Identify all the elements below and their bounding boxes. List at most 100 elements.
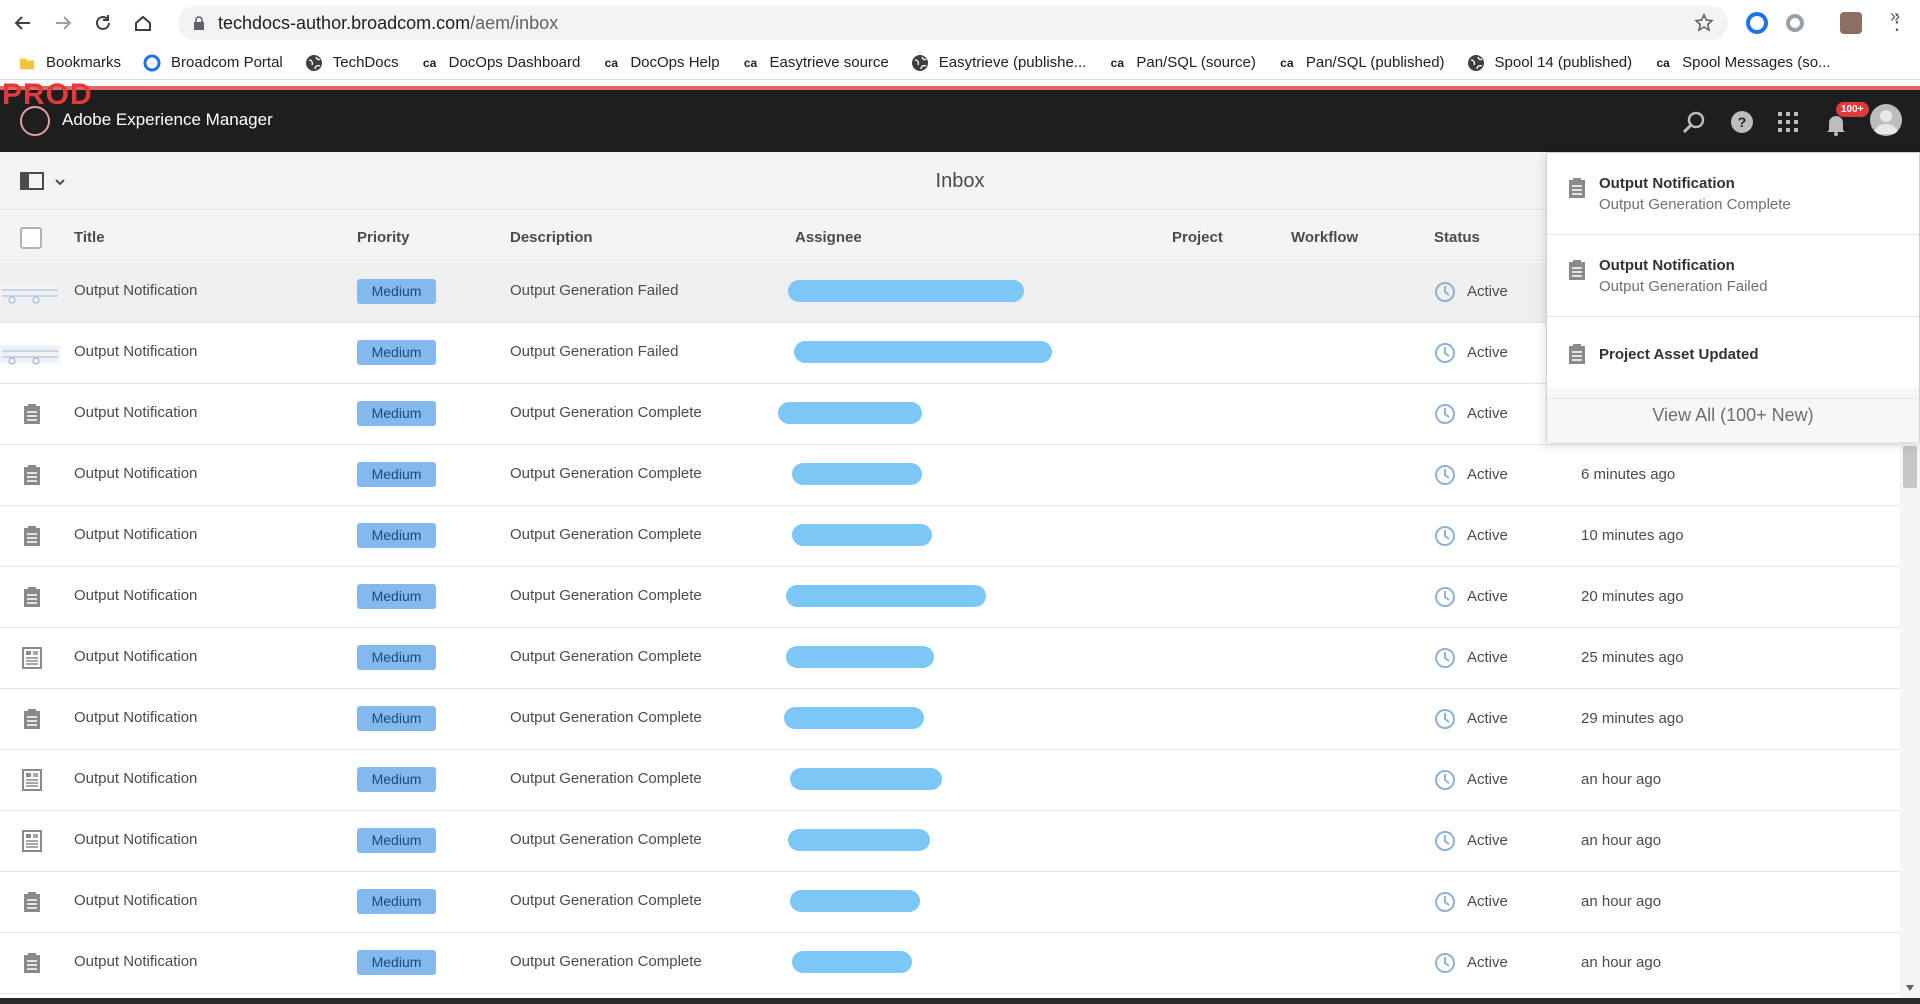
bookmark-item[interactable]: ca DocOps Dashboard (421, 54, 580, 72)
bookmarks-overflow-button[interactable]: » (1890, 6, 1900, 27)
column-header-priority[interactable]: Priority (357, 229, 410, 246)
clock-icon (1434, 708, 1456, 730)
row-description: Output Generation Complete (510, 892, 702, 909)
notification-item[interactable]: Output Notification Output Generation Fai… (1547, 235, 1919, 317)
document-icon (20, 646, 44, 670)
bookmark-label: Pan/SQL (published) (1305, 54, 1445, 71)
broadcom-icon (143, 54, 161, 72)
bookmark-label: Broadcom Portal (171, 54, 283, 71)
row-time: an hour ago (1581, 954, 1662, 971)
row-title: Output Notification (74, 343, 198, 360)
assignee-redaction (792, 951, 912, 973)
bookmark-item[interactable]: Broadcom Portal (143, 54, 283, 72)
row-description: Output Generation Complete (510, 709, 702, 726)
assignee-redaction (794, 341, 1052, 363)
extension-icon[interactable] (1786, 14, 1804, 32)
row-title: Output Notification (74, 526, 198, 543)
row-status: Active (1467, 405, 1508, 422)
scrollbar-thumb[interactable] (1903, 446, 1917, 488)
assignee-redaction (786, 646, 934, 668)
column-header-project[interactable]: Project (1172, 229, 1223, 246)
column-header-status[interactable]: Status (1434, 229, 1480, 246)
priority-badge: Medium (357, 706, 436, 731)
bookmark-item[interactable]: ca DocOps Help (602, 54, 720, 72)
row-description: Output Generation Complete (510, 770, 702, 787)
arrow-right-icon (56, 16, 72, 30)
svg-text:?: ? (1738, 114, 1747, 130)
reload-button[interactable] (86, 6, 120, 40)
row-time: an hour ago (1581, 832, 1662, 849)
column-header-description[interactable]: Description (510, 229, 593, 246)
globe-icon (1467, 54, 1485, 72)
lock-icon (194, 16, 204, 30)
apps-grid-icon[interactable] (1774, 108, 1802, 136)
bookmark-label: Spool Messages (so... (1682, 54, 1831, 71)
clock-icon (1434, 525, 1456, 547)
user-avatar[interactable] (1870, 104, 1902, 136)
row-description: Output Generation Complete (510, 465, 702, 482)
bookmarks-bar: Bookmarks Broadcom Portal TechDocs ca DocOps… (0, 46, 1920, 80)
assignee-redaction (788, 829, 930, 851)
folder-icon (18, 54, 36, 72)
arrow-left-icon (14, 16, 30, 30)
search-icon[interactable] (1680, 108, 1708, 136)
bookmark-label: Easytrieve (publishe... (938, 54, 1087, 71)
assignee-redaction (790, 890, 920, 912)
row-status: Active (1467, 344, 1508, 361)
column-header-workflow[interactable]: Workflow (1291, 229, 1358, 246)
help-icon[interactable]: ? (1728, 108, 1756, 136)
row-status: Active (1467, 466, 1508, 483)
home-button[interactable] (126, 6, 160, 40)
row-description: Output Generation Failed (510, 282, 679, 299)
bookmark-item[interactable]: ca Spool Messages (so... (1654, 54, 1830, 72)
priority-badge: Medium (357, 645, 436, 670)
thumbnail-image (0, 339, 60, 369)
row-description: Output Generation Complete (510, 526, 702, 543)
product-name[interactable]: Adobe Experience Manager (62, 110, 273, 130)
ca-icon: ca (1656, 55, 1670, 70)
scrollbar[interactable] (1900, 442, 1920, 998)
aem-logo-icon[interactable] (20, 106, 50, 136)
bookmark-item[interactable]: Spool 14 (published) (1467, 54, 1632, 72)
row-time: 25 minutes ago (1581, 649, 1684, 666)
priority-badge: Medium (357, 767, 436, 792)
clipboard-icon (20, 951, 44, 975)
bookmark-item[interactable]: ca Pan/SQL (source) (1108, 54, 1256, 72)
clipboard-icon (20, 707, 44, 731)
notifications-popover: View All (100+ New) Output Notification O… (1546, 152, 1920, 442)
aem-header (0, 90, 1920, 152)
ca-icon: ca (604, 55, 619, 70)
row-description: Output Generation Complete (510, 587, 702, 604)
priority-badge: Medium (357, 340, 436, 365)
row-title: Output Notification (74, 282, 198, 299)
priority-badge: Medium (357, 950, 436, 975)
bookmark-item[interactable]: ca Pan/SQL (published) (1278, 54, 1445, 72)
row-status: Active (1467, 771, 1508, 788)
notification-item[interactable]: Output Notification Output Generation Com… (1547, 153, 1919, 235)
ca-icon: ca (422, 55, 437, 70)
row-title: Output Notification (74, 648, 198, 665)
bookmark-item[interactable]: Bookmarks (18, 54, 121, 72)
scroll-down-arrow-icon[interactable] (1904, 982, 1916, 994)
thumbnail-image (0, 278, 60, 308)
notification-item[interactable]: Project Asset Updated (1547, 317, 1919, 399)
extension-icon[interactable] (1746, 12, 1768, 34)
address-bar[interactable]: techdocs-author.broadcom.com/aem/inbox (178, 6, 1728, 40)
bookmark-item[interactable]: Easytrieve (publishe... (911, 54, 1087, 72)
bookmark-item[interactable]: TechDocs (305, 54, 399, 72)
profile-avatar[interactable] (1840, 12, 1862, 34)
ca-icon: ca (1280, 55, 1294, 70)
row-time: an hour ago (1581, 893, 1662, 910)
select-all-checkbox[interactable] (20, 227, 42, 249)
forward-button[interactable] (46, 6, 80, 40)
column-header-title[interactable]: Title (74, 229, 105, 246)
back-button[interactable] (6, 6, 40, 40)
column-header-assignee[interactable]: Assignee (795, 229, 862, 246)
clock-icon (1434, 647, 1456, 669)
clock-icon (1434, 830, 1456, 852)
row-status: Active (1467, 283, 1508, 300)
bookmark-label: Easytrieve source (769, 54, 889, 71)
bookmark-item[interactable]: ca Easytrieve source (742, 54, 889, 72)
clock-icon (1434, 281, 1456, 303)
bookmark-star-icon[interactable] (1694, 13, 1714, 33)
